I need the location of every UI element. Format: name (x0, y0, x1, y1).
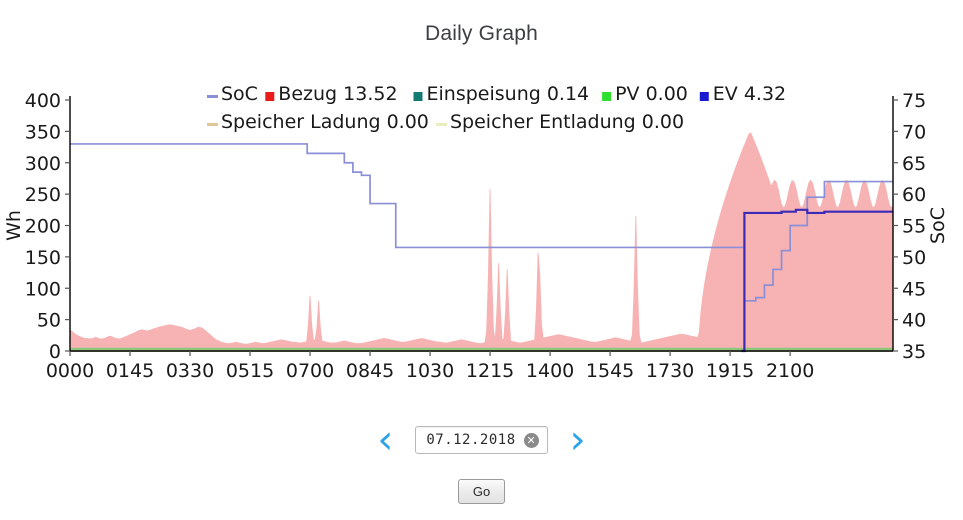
previous-day-button[interactable]: ‹ (377, 420, 393, 460)
go-row: Go (0, 479, 963, 504)
y-tick-label-left: 350 (25, 121, 61, 143)
x-tick-label: 0000 (46, 360, 94, 382)
next-day-button[interactable]: › (570, 420, 586, 460)
x-tick-label: 1730 (646, 360, 694, 382)
y-tick-label-right: 60 (902, 184, 926, 206)
legend-label-pv: PV 0.00 (615, 83, 688, 105)
x-tick-label: 1030 (406, 360, 454, 382)
legend-marker-einspeisung (413, 92, 423, 101)
y-tick-label-right: 35 (902, 341, 926, 363)
x-tick-label: 1545 (586, 360, 634, 382)
date-nav-row: ‹ 07.12.2018 ✕ › (0, 415, 963, 465)
legend-marker-bezug (265, 92, 275, 101)
y-tick-label-left: 200 (25, 216, 61, 238)
page-title: Daily Graph (424, 22, 539, 45)
y-tick-label-right: 65 (902, 153, 926, 175)
legend-label-bezug: Bezug 13.52 (278, 83, 397, 105)
series-area-bezug (69, 132, 894, 352)
legend-marker-speicher-ladung (207, 123, 218, 126)
y-tick-label-left: 50 (37, 310, 61, 332)
y-axis-label-left: Wh (3, 210, 25, 241)
y-tick-label-right: 40 (902, 310, 926, 332)
y-tick-label-right: 45 (902, 278, 926, 300)
x-tick-label: 1915 (706, 360, 754, 382)
legend-marker-soc (207, 95, 218, 98)
y-axis-label-right: SoC (927, 207, 949, 244)
x-tick-label: 1215 (466, 360, 514, 382)
go-button[interactable]: Go (457, 479, 506, 504)
y-tick-label-left: 400 (25, 90, 61, 112)
y-tick-label-left: 250 (25, 184, 61, 206)
clear-date-icon[interactable]: ✕ (523, 432, 539, 448)
x-tick-label: 0515 (226, 360, 274, 382)
date-input-value[interactable]: 07.12.2018 (426, 432, 515, 448)
legend-label-speicher-entladung: Speicher Entladung 0.00 (450, 111, 684, 133)
legend-label-einspeisung: Einspeisung 0.14 (427, 83, 590, 105)
legend-label-speicher-ladung: Speicher Ladung 0.00 (221, 111, 429, 133)
x-tick-label: 2100 (766, 360, 814, 382)
legend-label-soc: SoC (221, 83, 258, 105)
legend-marker-speicher-entladung (436, 123, 447, 126)
x-tick-label: 0700 (286, 360, 334, 382)
legend-marker-pv (602, 92, 612, 101)
y-tick-label-right: 55 (902, 216, 926, 238)
chart-svg: SoC Bezug 13.52 Einspeisung 0.14 PV 0.00 EV … (3, 83, 949, 382)
date-input[interactable]: 07.12.2018 ✕ (415, 426, 548, 454)
date-navigation-controls: ‹ 07.12.2018 ✕ › Go (0, 415, 963, 504)
y-tick-label-left: 300 (25, 153, 61, 175)
x-tick-label: 0845 (346, 360, 394, 382)
x-tick-label: 0330 (166, 360, 214, 382)
y-tick-label-left: 150 (25, 247, 61, 269)
y-tick-label-right: 70 (902, 121, 926, 143)
x-tick-label: 0145 (106, 360, 154, 382)
y-tick-label-left: 100 (25, 278, 61, 300)
y-tick-label-right: 50 (902, 247, 926, 269)
daily-graph-chart: SoC Bezug 13.52 Einspeisung 0.14 PV 0.00 EV … (0, 58, 963, 398)
legend-label-ev: EV 4.32 (713, 83, 786, 105)
y-tick-label-right: 75 (902, 90, 926, 112)
x-tick-label: 1400 (526, 360, 574, 382)
legend-marker-ev (699, 92, 709, 101)
